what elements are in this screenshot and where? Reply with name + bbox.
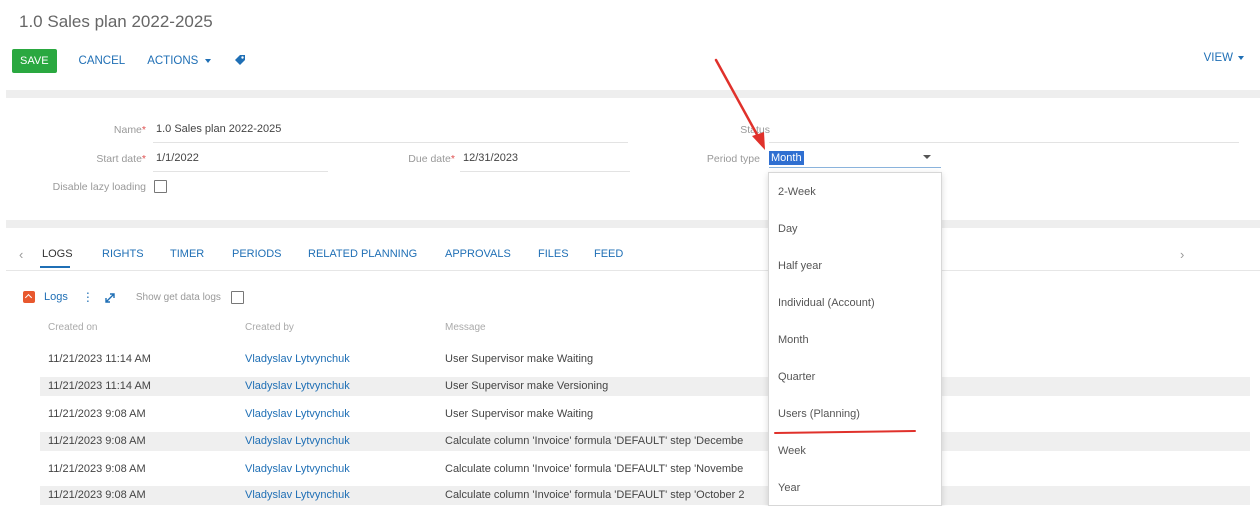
period-type-select[interactable]: Month	[769, 150, 941, 168]
dropdown-option-2-week[interactable]: 2-Week	[778, 186, 816, 198]
tab-related-planning[interactable]: RELATED PLANNING	[308, 248, 417, 260]
actions-button[interactable]: ACTIONS	[147, 55, 212, 67]
created-by-link[interactable]: Vladyslav Lytvynchuk	[245, 380, 350, 392]
table-row[interactable]: 11/21/2023 9:08 AM Vladyslav Lytvynchuk …	[40, 486, 1250, 505]
created-on-cell: 11/21/2023 11:14 AM	[48, 380, 151, 392]
view-label: VIEW	[1203, 52, 1233, 64]
tab-periods[interactable]: PERIODS	[232, 248, 282, 260]
tab-prev-arrow[interactable]: ‹	[19, 247, 23, 262]
caret-down-icon	[205, 59, 212, 63]
period-type-dropdown: 2-Week Day Half year Individual (Account…	[768, 172, 942, 506]
view-button[interactable]: VIEW	[1204, 52, 1244, 64]
table-row[interactable]: 11/21/2023 9:08 AM Vladyslav Lytvynchuk …	[40, 405, 1250, 424]
tabs-divider	[6, 270, 1260, 271]
toolbar: SAVE CANCEL ACTIONS	[12, 48, 249, 74]
dropdown-option-users-planning[interactable]: Users (Planning)	[778, 408, 860, 420]
created-by-link[interactable]: Vladyslav Lytvynchuk	[245, 489, 350, 501]
created-by-link[interactable]: Vladyslav Lytvynchuk	[245, 463, 350, 475]
message-cell: Calculate column 'Invoice' formula 'DEFA…	[445, 463, 744, 475]
created-by-link[interactable]: Vladyslav Lytvynchuk	[245, 408, 350, 420]
table-row[interactable]: 11/21/2023 9:08 AM Vladyslav Lytvynchuk …	[40, 460, 1250, 479]
annotation-underline	[773, 430, 917, 434]
save-button[interactable]: SAVE	[12, 49, 57, 73]
dropdown-option-half-year[interactable]: Half year	[778, 260, 822, 272]
start-date-label: Start date*	[96, 153, 146, 165]
dropdown-option-week[interactable]: Week	[778, 445, 806, 457]
more-menu-icon[interactable]: ⋮	[82, 290, 94, 304]
tab-files[interactable]: FILES	[538, 248, 569, 260]
created-on-cell: 11/21/2023 9:08 AM	[48, 463, 146, 475]
created-on-cell: 11/21/2023 9:08 AM	[48, 408, 146, 420]
created-on-cell: 11/21/2023 11:14 AM	[48, 353, 151, 365]
disable-lazy-loading-label: Disable lazy loading	[52, 181, 146, 193]
tab-logs[interactable]: LOGS	[42, 248, 73, 260]
tab-next-arrow[interactable]: ›	[1180, 247, 1184, 262]
period-type-value: Month	[769, 151, 804, 165]
section-divider	[6, 90, 1260, 98]
table-row[interactable]: 11/21/2023 11:14 AM Vladyslav Lytvynchuk…	[40, 377, 1250, 396]
actions-label: ACTIONS	[147, 55, 199, 67]
message-cell: User Supervisor make Versioning	[445, 380, 609, 392]
due-date-field[interactable]: 12/31/2023	[463, 152, 518, 164]
start-date-field[interactable]: 1/1/2022	[156, 152, 199, 164]
show-get-data-logs-checkbox[interactable]	[230, 290, 244, 304]
dropdown-option-year[interactable]: Year	[778, 482, 800, 494]
created-on-cell: 11/21/2023 9:08 AM	[48, 489, 146, 501]
section-divider	[6, 220, 1260, 228]
message-cell: Calculate column 'Invoice' formula 'DEFA…	[445, 489, 745, 501]
dropdown-option-day[interactable]: Day	[778, 223, 798, 235]
message-cell: Calculate column 'Invoice' formula 'DEFA…	[445, 435, 744, 447]
table-row[interactable]: 11/21/2023 9:08 AM Vladyslav Lytvynchuk …	[40, 432, 1250, 451]
dropdown-option-quarter[interactable]: Quarter	[778, 371, 815, 383]
name-field[interactable]: 1.0 Sales plan 2022-2025	[156, 123, 281, 135]
expand-icon[interactable]	[104, 291, 116, 303]
cancel-button[interactable]: CANCEL	[79, 55, 126, 67]
chevron-down-icon	[923, 155, 931, 159]
created-on-cell: 11/21/2023 9:08 AM	[48, 435, 146, 447]
logs-title[interactable]: Logs	[44, 291, 68, 303]
name-label: Name*	[113, 124, 146, 136]
caret-down-icon	[1238, 56, 1244, 60]
page-title: 1.0 Sales plan 2022-2025	[19, 12, 213, 31]
due-date-label: Due date*	[408, 153, 455, 165]
created-by-link[interactable]: Vladyslav Lytvynchuk	[245, 435, 350, 447]
period-type-label: Period type	[706, 153, 760, 165]
status-label: Status	[740, 124, 770, 136]
logs-header: Logs ⋮ Show get data logs	[23, 289, 244, 305]
tab-feed[interactable]: FEED	[594, 248, 623, 260]
message-cell: User Supervisor make Waiting	[445, 408, 594, 420]
table-row[interactable]: 11/21/2023 11:14 AM Vladyslav Lytvynchuk…	[40, 350, 1250, 369]
tab-rights[interactable]: RIGHTS	[102, 248, 144, 260]
column-header-message[interactable]: Message	[445, 322, 486, 333]
collapse-icon[interactable]	[23, 291, 35, 303]
created-by-link[interactable]: Vladyslav Lytvynchuk	[245, 353, 350, 365]
dropdown-option-month[interactable]: Month	[778, 334, 809, 346]
column-header-created-by[interactable]: Created by	[245, 322, 294, 333]
tag-icon[interactable]	[233, 53, 249, 69]
tab-bar: ‹ LOGS RIGHTS TIMER PERIODS RELATED PLAN…	[0, 244, 1260, 270]
message-cell: User Supervisor make Waiting	[445, 353, 594, 365]
column-header-created-on[interactable]: Created on	[48, 322, 97, 333]
active-tab-indicator	[40, 266, 70, 268]
disable-lazy-loading-checkbox[interactable]	[154, 180, 167, 193]
tab-timer[interactable]: TIMER	[170, 248, 204, 260]
show-get-data-logs-label: Show get data logs	[135, 291, 221, 303]
tab-approvals[interactable]: APPROVALS	[445, 248, 511, 260]
dropdown-option-individual-account[interactable]: Individual (Account)	[778, 297, 875, 309]
